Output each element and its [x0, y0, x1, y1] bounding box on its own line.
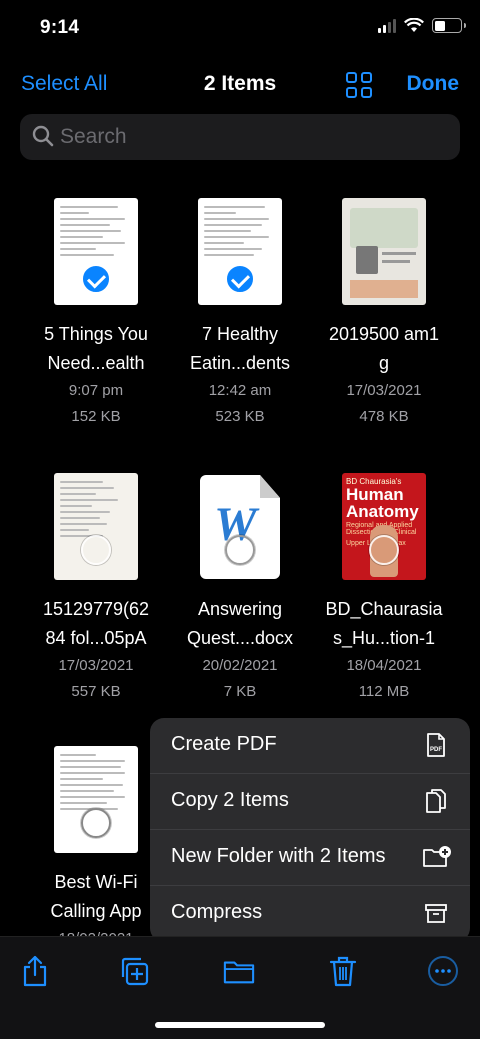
- context-menu: Create PDF PDF Copy 2 Items New Folder w…: [150, 718, 470, 942]
- done-button[interactable]: Done: [407, 72, 460, 96]
- folder-icon[interactable]: [223, 955, 255, 987]
- file-item[interactable]: Best Wi-FiCalling App 18/02/2021: [21, 738, 171, 952]
- file-name: Best Wi-Fi Calling App: [50, 872, 142, 921]
- id-card-thumbnail: [342, 198, 426, 305]
- trash-icon[interactable]: [327, 955, 359, 987]
- file-date: 20/02/2021: [202, 657, 278, 674]
- file-date: 17/03/2021: [58, 657, 134, 674]
- status-time: 9:14: [40, 17, 80, 38]
- status-bar: 9:14: [0, 0, 480, 56]
- search-icon: [32, 125, 54, 147]
- file-date: 18/04/2021: [346, 657, 422, 674]
- view-grid-icon[interactable]: [346, 72, 372, 98]
- more-icon[interactable]: [427, 955, 459, 987]
- archive-box-icon: [425, 904, 447, 923]
- copy-docs-icon: [426, 789, 446, 813]
- status-icons: [378, 18, 466, 33]
- file-size: 112 MB: [358, 683, 410, 700]
- file-name: 15129779(62 84 fol...05pA: [42, 599, 150, 648]
- unselected-circle-icon[interactable]: [81, 808, 111, 838]
- file-size: 557 KB: [71, 683, 121, 700]
- nav-bar: Select All 2 Items Done: [0, 64, 480, 108]
- file-date: 17/03/2021: [346, 382, 422, 399]
- wifi-icon: [404, 18, 424, 32]
- unselected-circle-icon[interactable]: [81, 535, 111, 565]
- file-name: 2019500 am1 g: [328, 324, 440, 373]
- file-date: 9:07 pm: [68, 382, 124, 399]
- file-size: 523 KB: [215, 408, 265, 425]
- unselected-circle-icon[interactable]: [369, 535, 399, 565]
- svg-text:PDF: PDF: [430, 747, 442, 753]
- cellular-signal-icon: [378, 18, 396, 33]
- battery-icon: [432, 18, 466, 33]
- file-name: Answering Quest....docx: [186, 599, 294, 648]
- menu-item-compress[interactable]: Compress: [150, 886, 470, 942]
- file-item[interactable]: BD Chaurasia's Human Anatomy Regional an…: [309, 465, 459, 705]
- folder-plus-icon: [423, 846, 451, 867]
- file-item[interactable]: 2019500 am1 g 17/03/2021 478 KB: [309, 190, 459, 430]
- unselected-circle-icon[interactable]: [225, 535, 255, 565]
- pdf-doc-icon: PDF: [427, 733, 445, 757]
- file-size: 152 KB: [71, 408, 121, 425]
- file-item[interactable]: W Answering Quest....docx 20/02/2021 7 KB: [165, 465, 315, 705]
- selected-check-icon: [81, 264, 111, 294]
- home-indicator[interactable]: [155, 1022, 325, 1028]
- search-placeholder: Search: [60, 125, 127, 148]
- file-item[interactable]: 5 Things You Need...ealth 9:07 pm 152 KB: [21, 190, 171, 430]
- file-name: 7 Healthy Eatin...dents: [189, 324, 291, 373]
- file-name: 5 Things You Need...ealth: [44, 324, 148, 373]
- menu-item-create-pdf[interactable]: Create PDF PDF: [150, 718, 470, 774]
- menu-item-new-folder[interactable]: New Folder with 2 Items: [150, 830, 470, 886]
- share-icon[interactable]: [19, 955, 51, 987]
- duplicate-icon[interactable]: [119, 955, 151, 987]
- file-item[interactable]: 15129779(62 84 fol...05pA 17/03/2021 557 …: [21, 465, 171, 705]
- file-size: 7 KB: [223, 683, 257, 700]
- file-item[interactable]: 7 Healthy Eatin...dents 12:42 am 523 KB: [165, 190, 315, 430]
- menu-item-copy[interactable]: Copy 2 Items: [150, 774, 470, 830]
- file-name: BD_Chaurasia s_Hu...tion-1: [325, 599, 443, 648]
- file-size: 478 KB: [359, 408, 409, 425]
- selected-check-icon: [225, 264, 255, 294]
- search-input[interactable]: Search: [20, 114, 460, 160]
- file-date: 12:42 am: [208, 382, 272, 399]
